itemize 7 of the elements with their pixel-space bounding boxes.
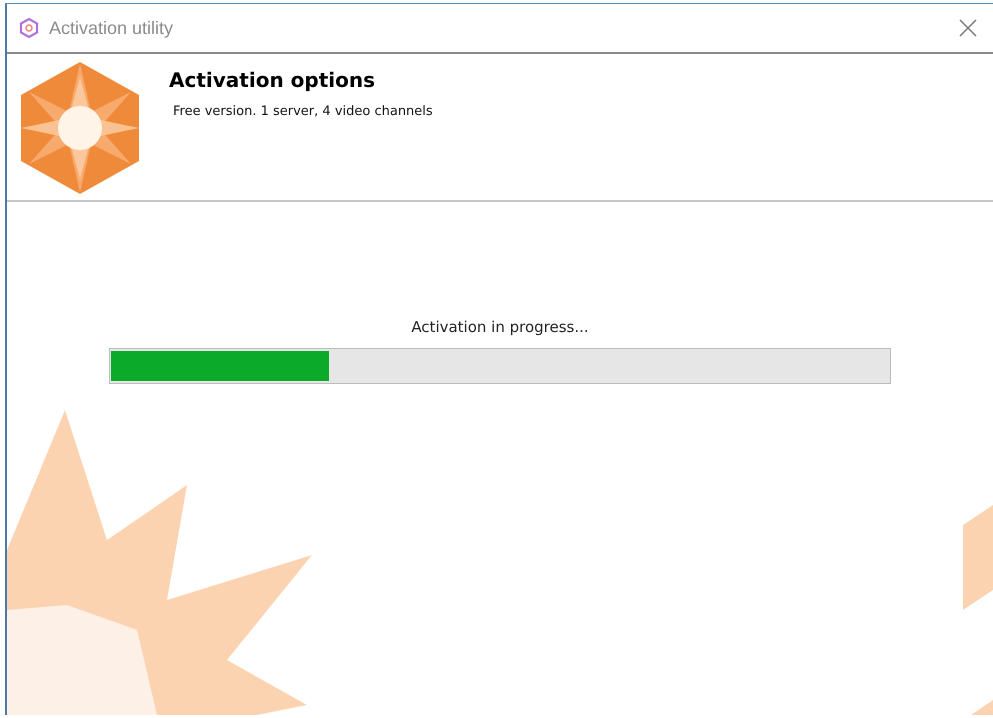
- sun-logo-icon: [21, 62, 139, 194]
- progress-label: Activation in progress...: [411, 318, 589, 336]
- close-icon: [959, 19, 977, 37]
- license-description: Free version. 1 server, 4 video channels: [172, 104, 433, 119]
- header-title: Activation options: [169, 68, 376, 92]
- window-title: Activation utility: [49, 18, 174, 38]
- hexagon-logo-icon: [19, 18, 39, 38]
